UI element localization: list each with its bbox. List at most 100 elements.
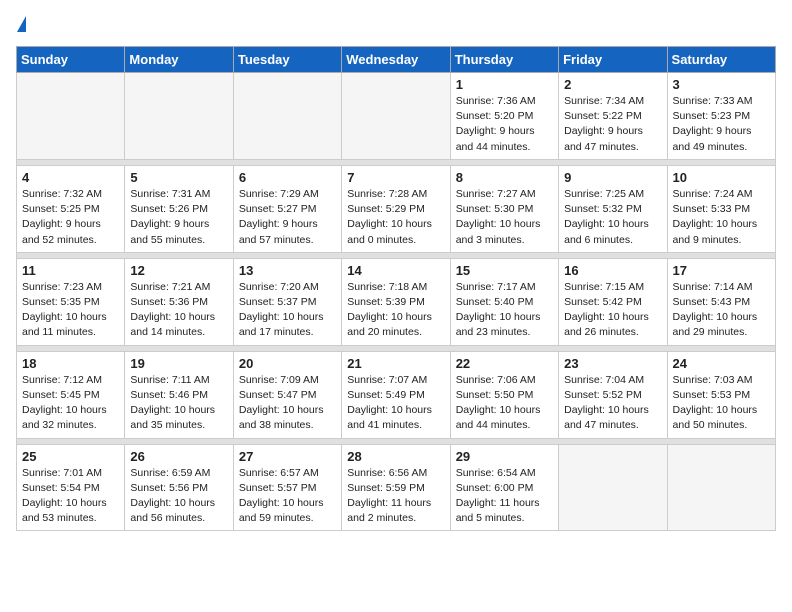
calendar-cell [125,73,233,160]
day-number: 23 [564,356,661,371]
calendar-cell: 15Sunrise: 7:17 AMSunset: 5:40 PMDayligh… [450,258,558,345]
calendar-cell: 20Sunrise: 7:09 AMSunset: 5:47 PMDayligh… [233,351,341,438]
day-number: 2 [564,77,661,92]
calendar-cell [17,73,125,160]
weekday-header-tuesday: Tuesday [233,47,341,73]
calendar-cell: 11 Sunrise: 7:23 AMSunset: 5:35 PMDayligh… [17,258,125,345]
calendar-cell: 17 Sunrise: 7:14 AMSunset: 5:43 PMDayligh… [667,258,775,345]
day-number: 24 [673,356,770,371]
calendar-table: SundayMondayTuesdayWednesdayThursdayFrid… [16,46,776,531]
day-number: 19 [130,356,227,371]
calendar-cell: 26 Sunrise: 6:59 AMSunset: 5:56 PMDayligh… [125,444,233,531]
calendar-cell: 28Sunrise: 6:56 AMSunset: 5:59 PMDayligh… [342,444,450,531]
day-info: Sunrise: 7:18 AMSunset: 5:39 PMDaylight:… [347,280,444,341]
calendar-cell: 19 Sunrise: 7:11 AMSunset: 5:46 PMDayligh… [125,351,233,438]
weekday-header-thursday: Thursday [450,47,558,73]
calendar-cell [233,73,341,160]
day-info: Sunrise: 7:07 AMSunset: 5:49 PMDaylight:… [347,373,444,434]
logo-triangle-icon [17,16,26,32]
day-info: Sunrise: 6:57 AMSunset: 5:57 PMDaylight:… [239,466,336,527]
day-info: Sunrise: 7:24 AMSunset: 5:33 PMDaylight:… [673,187,770,248]
day-number: 10 [673,170,770,185]
day-number: 27 [239,449,336,464]
weekday-header-saturday: Saturday [667,47,775,73]
day-number: 11 [22,263,119,278]
calendar-cell: 21 Sunrise: 7:07 AMSunset: 5:49 PMDayligh… [342,351,450,438]
day-info: Sunrise: 7:23 AMSunset: 5:35 PMDaylight:… [22,280,119,341]
day-number: 14 [347,263,444,278]
day-info: Sunrise: 7:20 AMSunset: 5:37 PMDaylight:… [239,280,336,341]
calendar-week-3: 11 Sunrise: 7:23 AMSunset: 5:35 PMDayligh… [17,258,776,345]
day-info: Sunrise: 7:36 AMSunset: 5:20 PMDaylight:… [456,94,553,155]
calendar-cell: 8 Sunrise: 7:27 AMSunset: 5:30 PMDaylight… [450,165,558,252]
calendar-cell [667,444,775,531]
day-info: Sunrise: 7:09 AMSunset: 5:47 PMDaylight:… [239,373,336,434]
day-info: Sunrise: 7:28 AMSunset: 5:29 PMDaylight:… [347,187,444,248]
day-info: Sunrise: 7:25 AMSunset: 5:32 PMDaylight:… [564,187,661,248]
weekday-header-row: SundayMondayTuesdayWednesdayThursdayFrid… [17,47,776,73]
day-number: 5 [130,170,227,185]
day-info: Sunrise: 7:31 AMSunset: 5:26 PMDaylight:… [130,187,227,248]
calendar-cell: 9 Sunrise: 7:25 AMSunset: 5:32 PMDaylight… [559,165,667,252]
calendar-cell: 4 Sunrise: 7:32 AMSunset: 5:25 PMDaylight… [17,165,125,252]
calendar-cell: 27 Sunrise: 6:57 AMSunset: 5:57 PMDayligh… [233,444,341,531]
calendar-cell: 25 Sunrise: 7:01 AMSunset: 5:54 PMDayligh… [17,444,125,531]
calendar-week-4: 18 Sunrise: 7:12 AMSunset: 5:45 PMDayligh… [17,351,776,438]
day-number: 16 [564,263,661,278]
calendar-cell [342,73,450,160]
day-number: 28 [347,449,444,464]
day-info: Sunrise: 7:15 AMSunset: 5:42 PMDaylight:… [564,280,661,341]
day-number: 9 [564,170,661,185]
day-number: 3 [673,77,770,92]
day-number: 15 [456,263,553,278]
day-number: 12 [130,263,227,278]
day-info: Sunrise: 7:03 AMSunset: 5:53 PMDaylight:… [673,373,770,434]
day-info: Sunrise: 7:14 AMSunset: 5:43 PMDaylight:… [673,280,770,341]
day-number: 26 [130,449,227,464]
day-number: 17 [673,263,770,278]
logo [16,16,26,34]
day-info: Sunrise: 7:29 AMSunset: 5:27 PMDaylight:… [239,187,336,248]
calendar-cell: 16 Sunrise: 7:15 AMSunset: 5:42 PMDayligh… [559,258,667,345]
day-info: Sunrise: 6:59 AMSunset: 5:56 PMDaylight:… [130,466,227,527]
day-number: 4 [22,170,119,185]
day-info: Sunrise: 7:11 AMSunset: 5:46 PMDaylight:… [130,373,227,434]
calendar-week-1: 1 Sunrise: 7:36 AMSunset: 5:20 PMDaylight… [17,73,776,160]
day-info: Sunrise: 7:12 AMSunset: 5:45 PMDaylight:… [22,373,119,434]
day-info: Sunrise: 6:54 AMSunset: 6:00 PMDaylight:… [456,466,553,527]
calendar-cell: 2 Sunrise: 7:34 AMSunset: 5:22 PMDaylight… [559,73,667,160]
day-info: Sunrise: 7:32 AMSunset: 5:25 PMDaylight:… [22,187,119,248]
calendar-cell: 6 Sunrise: 7:29 AMSunset: 5:27 PMDaylight… [233,165,341,252]
day-info: Sunrise: 7:06 AMSunset: 5:50 PMDaylight:… [456,373,553,434]
day-info: Sunrise: 7:01 AMSunset: 5:54 PMDaylight:… [22,466,119,527]
day-info: Sunrise: 7:34 AMSunset: 5:22 PMDaylight:… [564,94,661,155]
weekday-header-sunday: Sunday [17,47,125,73]
day-info: Sunrise: 7:33 AMSunset: 5:23 PMDaylight:… [673,94,770,155]
page-header [16,16,776,34]
weekday-header-wednesday: Wednesday [342,47,450,73]
day-number: 1 [456,77,553,92]
calendar-cell: 1 Sunrise: 7:36 AMSunset: 5:20 PMDaylight… [450,73,558,160]
day-number: 25 [22,449,119,464]
calendar-cell: 23 Sunrise: 7:04 AMSunset: 5:52 PMDayligh… [559,351,667,438]
day-number: 7 [347,170,444,185]
day-number: 21 [347,356,444,371]
calendar-cell: 3 Sunrise: 7:33 AMSunset: 5:23 PMDaylight… [667,73,775,160]
calendar-cell: 14 Sunrise: 7:18 AMSunset: 5:39 PMDayligh… [342,258,450,345]
day-info: Sunrise: 7:04 AMSunset: 5:52 PMDaylight:… [564,373,661,434]
calendar-cell [559,444,667,531]
calendar-cell: 5 Sunrise: 7:31 AMSunset: 5:26 PMDaylight… [125,165,233,252]
calendar-cell: 24 Sunrise: 7:03 AMSunset: 5:53 PMDayligh… [667,351,775,438]
calendar-cell: 7 Sunrise: 7:28 AMSunset: 5:29 PMDaylight… [342,165,450,252]
day-info: Sunrise: 7:21 AMSunset: 5:36 PMDaylight:… [130,280,227,341]
day-number: 22 [456,356,553,371]
calendar-week-5: 25 Sunrise: 7:01 AMSunset: 5:54 PMDayligh… [17,444,776,531]
weekday-header-friday: Friday [559,47,667,73]
day-number: 18 [22,356,119,371]
day-number: 13 [239,263,336,278]
day-number: 6 [239,170,336,185]
day-info: Sunrise: 7:27 AMSunset: 5:30 PMDaylight:… [456,187,553,248]
calendar-cell: 22 Sunrise: 7:06 AMSunset: 5:50 PMDayligh… [450,351,558,438]
day-number: 8 [456,170,553,185]
calendar-cell: 18 Sunrise: 7:12 AMSunset: 5:45 PMDayligh… [17,351,125,438]
